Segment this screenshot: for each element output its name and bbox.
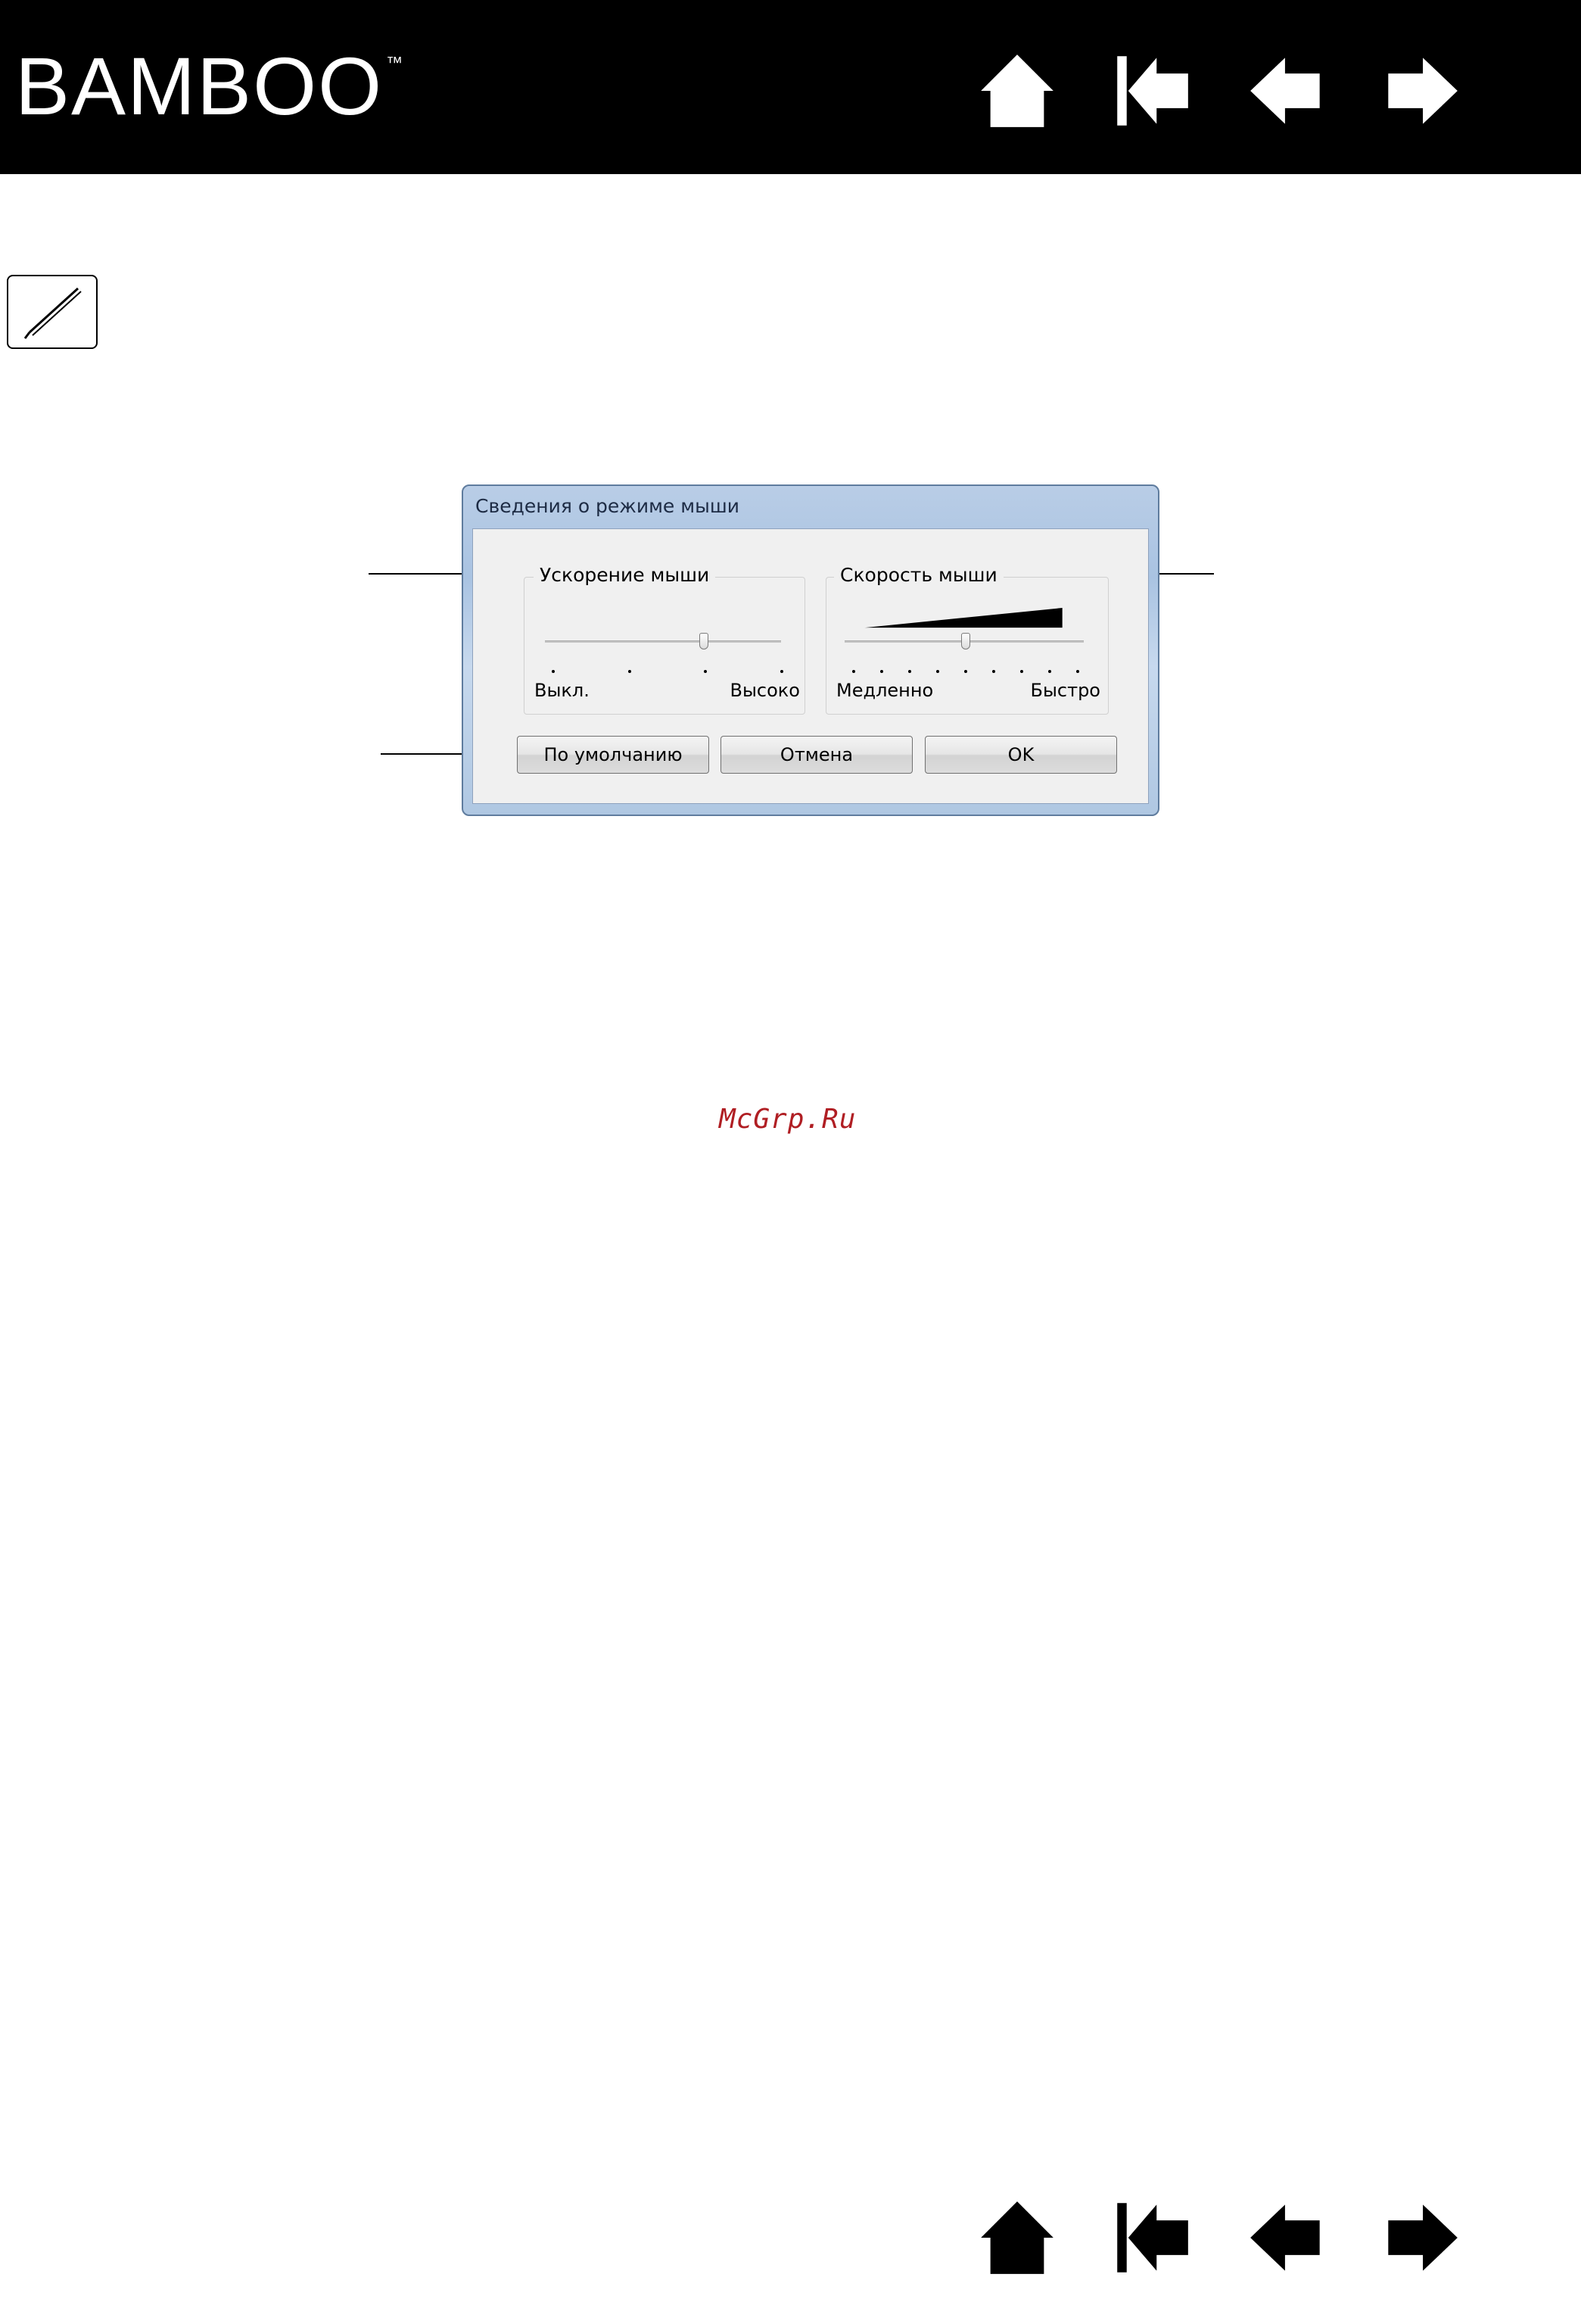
slider-tick (992, 670, 995, 673)
speed-min-label: Медленно (836, 680, 934, 701)
bamboo-logo: BAMBOO ™ (15, 40, 405, 132)
mouse-mode-dialog: Сведения о режиме мыши Ускорение мыши Вы… (462, 484, 1159, 816)
pen-tip-icon (7, 275, 98, 349)
first-page-icon[interactable] (1113, 51, 1191, 130)
mouse-speed-group: Скорость мыши Медленно Быстро (826, 564, 1109, 715)
slider-tick (704, 670, 708, 673)
next-page-icon[interactable] (1382, 51, 1461, 130)
speed-slider-thumb[interactable] (961, 633, 970, 650)
slider-tick (627, 670, 631, 673)
slider-tick (908, 670, 911, 673)
next-page-icon[interactable] (1382, 2198, 1461, 2277)
header-bar: BAMBOO ™ (0, 0, 1581, 174)
default-button[interactable]: По умолчанию (517, 736, 709, 774)
slider-tick (780, 670, 783, 673)
mouse-acceleration-group: Ускорение мыши Выкл. Высоко (524, 564, 805, 715)
home-icon[interactable] (978, 2198, 1057, 2277)
home-icon[interactable] (978, 51, 1057, 130)
cancel-button[interactable]: Отмена (720, 736, 913, 774)
bottom-navigation (978, 2198, 1461, 2277)
acceleration-slider-track[interactable] (545, 640, 781, 643)
mouse-speed-label: Скорость мыши (834, 564, 1004, 586)
dialog-client-area: Ускорение мыши Выкл. Высоко Скорость мыш… (472, 528, 1149, 804)
slider-tick (880, 670, 883, 673)
top-navigation (978, 51, 1461, 130)
dialog-title: Сведения о режиме мыши (475, 495, 739, 517)
previous-page-icon[interactable] (1247, 51, 1326, 130)
slider-tick (1076, 670, 1079, 673)
slider-tick (552, 670, 555, 673)
acceleration-min-label: Выкл. (534, 680, 590, 701)
slider-tick (936, 670, 939, 673)
slider-tick (852, 670, 855, 673)
slider-tick (1020, 670, 1023, 673)
first-page-icon[interactable] (1113, 2198, 1191, 2277)
mouse-acceleration-label: Ускорение мыши (534, 564, 716, 586)
ok-button[interactable]: OK (925, 736, 1117, 774)
slider-tick (964, 670, 967, 673)
acceleration-slider-thumb[interactable] (699, 633, 709, 650)
speed-max-label: Быстро (1030, 680, 1100, 701)
watermark-text: McGrp.Ru (719, 1104, 857, 1135)
acceleration-max-label: Высоко (730, 680, 800, 701)
previous-page-icon[interactable] (1247, 2198, 1326, 2277)
slider-tick (1048, 670, 1051, 673)
speed-ramp-icon (864, 608, 1063, 628)
